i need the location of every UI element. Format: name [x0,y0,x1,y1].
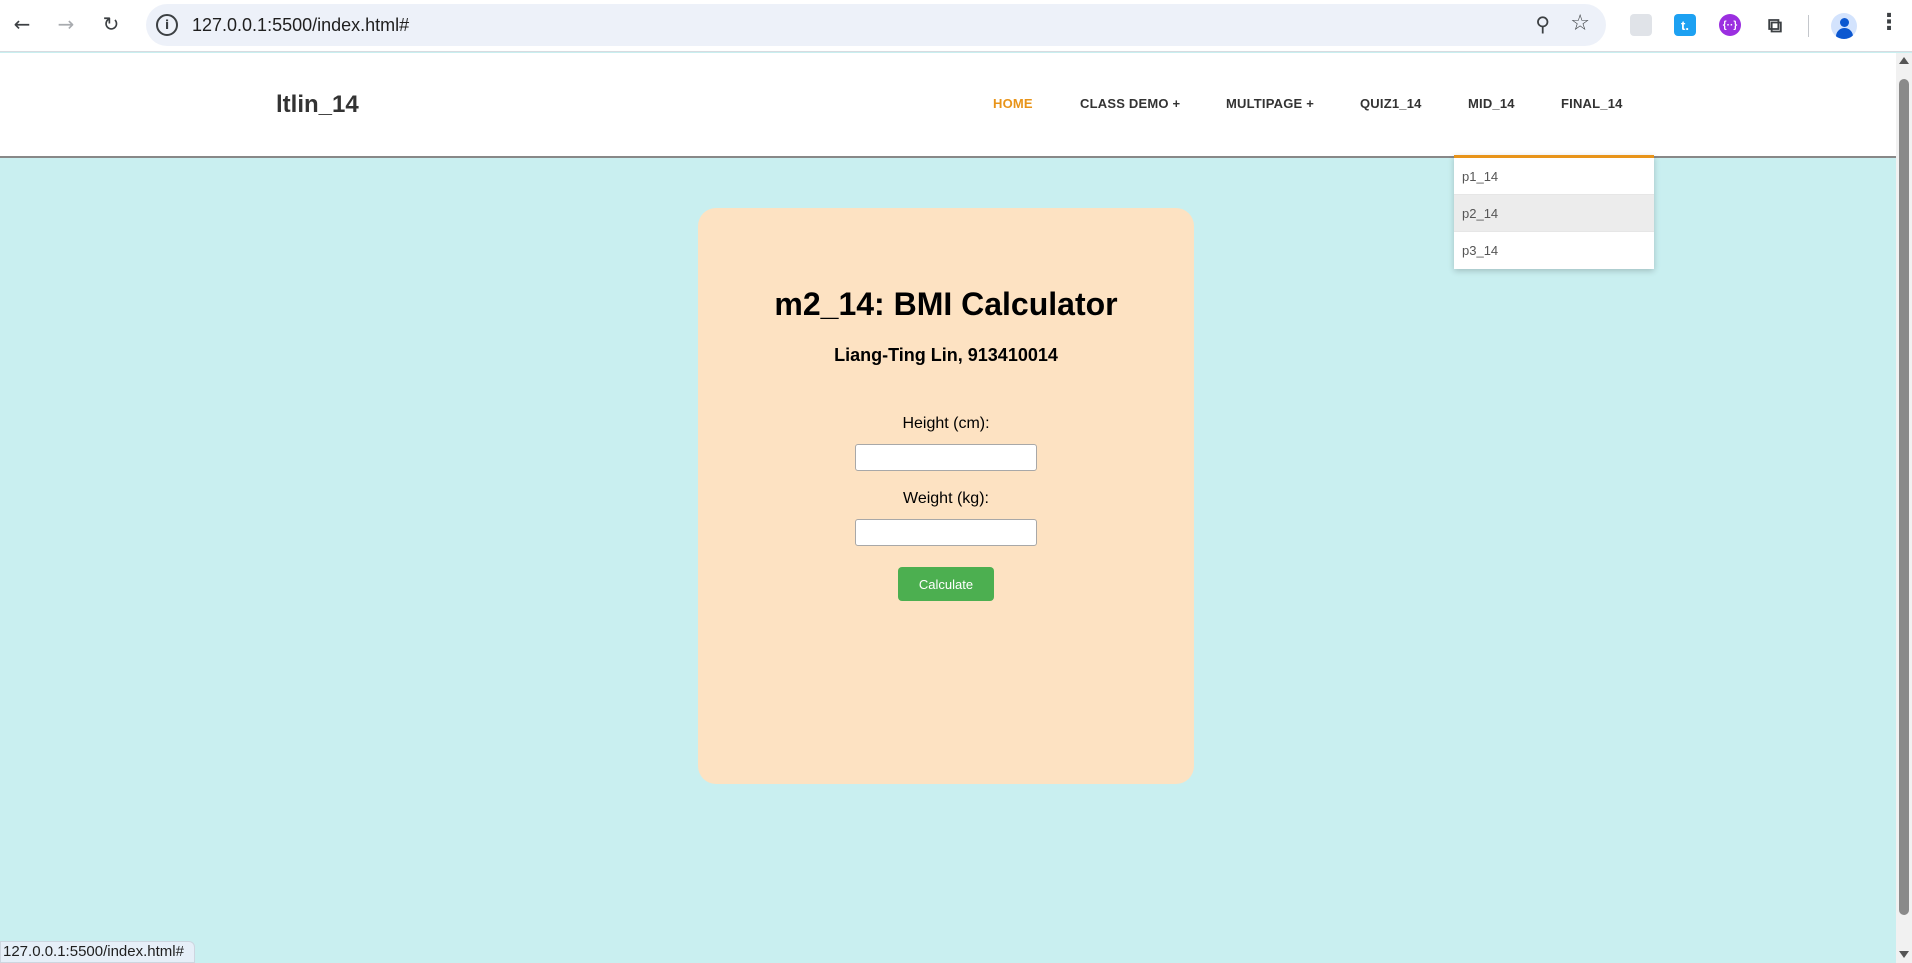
nav-final[interactable]: FINAL_14 [1561,96,1623,111]
weight-label: Weight (kg): [903,490,989,507]
height-label: Height (cm): [902,415,990,432]
nav-home[interactable]: HOME [993,96,1033,111]
nav-class-demo[interactable]: CLASS DEMO + [1080,96,1180,111]
menu-kebab-icon[interactable]: ⋮ [1878,10,1900,35]
reload-icon[interactable]: ↻ [95,8,127,40]
nav-quiz1[interactable]: QUIZ1_14 [1360,96,1422,111]
page-title: m2_14: BMI Calculator [774,286,1118,322]
browser-toolbar: ← → ↻ i 127.0.0.1:5500/index.html# ⚲ ☆ t… [0,0,1912,52]
extension-t-icon[interactable]: t. [1674,14,1696,36]
mid-dropdown-menu: p1_14 p2_14 p3_14 [1454,155,1654,269]
nav-multipage[interactable]: MULTIPAGE + [1226,96,1314,111]
height-input[interactable] [855,444,1037,471]
site-logo[interactable]: ltlin_14 [276,91,359,119]
url-text[interactable]: 127.0.0.1:5500/index.html# [192,15,409,36]
profile-avatar-icon[interactable] [1831,13,1857,39]
bookmark-star-icon[interactable]: ☆ [1570,11,1590,36]
dropdown-item-p1[interactable]: p1_14 [1454,158,1654,195]
scroll-up-icon[interactable] [1899,57,1909,64]
calculate-button[interactable]: Calculate [898,567,994,601]
author-subtitle: Liang-Ting Lin, 913410014 [834,345,1058,365]
dropdown-item-p2[interactable]: p2_14 [1454,195,1654,232]
address-bar[interactable]: i 127.0.0.1:5500/index.html# ⚲ ☆ [146,4,1606,46]
nav-mid[interactable]: MID_14 [1468,96,1515,111]
extensions-puzzle-icon[interactable]: ⧉ [1764,13,1786,37]
extension-purple-icon[interactable]: {··} [1719,14,1741,36]
scrollbar-thumb[interactable] [1899,79,1909,915]
extension-generic-icon[interactable] [1630,14,1652,36]
site-header: ltlin_14 HOME CLASS DEMO + MULTIPAGE + Q… [0,53,1896,158]
scroll-down-icon[interactable] [1899,951,1909,958]
weight-input[interactable] [855,519,1037,546]
site-info-icon[interactable]: i [156,14,178,36]
page-scrollbar[interactable] [1896,53,1912,963]
status-url-bar: 127.0.0.1:5500/index.html# [0,941,195,963]
back-icon[interactable]: ← [6,8,38,40]
zoom-icon[interactable]: ⚲ [1535,12,1550,36]
bmi-card: m2_14: BMI Calculator Liang-Ting Lin, 91… [698,208,1194,784]
dropdown-item-p3[interactable]: p3_14 [1454,232,1654,269]
forward-icon[interactable]: → [50,8,82,40]
toolbar-divider [1808,15,1809,37]
